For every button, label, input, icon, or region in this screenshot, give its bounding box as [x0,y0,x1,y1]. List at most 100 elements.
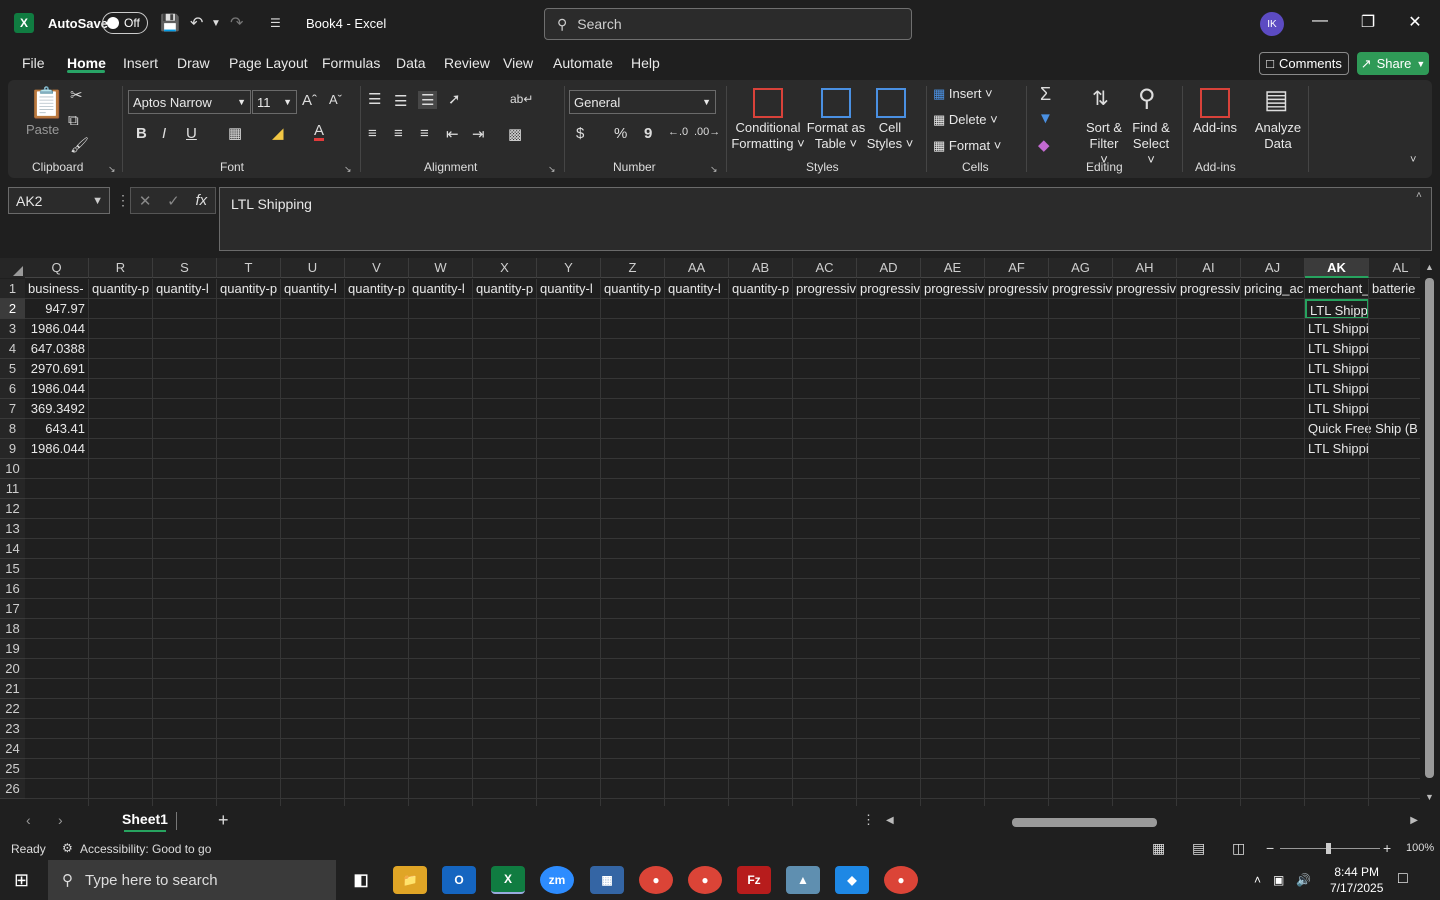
table-cell-q[interactable]: 1986.044 [25,379,89,399]
font-launcher-icon[interactable]: ↘ [344,164,352,175]
row-header-23[interactable]: 23 [0,719,25,739]
column-header-ai[interactable]: AI [1177,258,1241,278]
row-header-3[interactable]: 3 [0,319,25,339]
row-header-10[interactable]: 10 [0,459,25,479]
windows-start-icon[interactable]: ⊞ [14,870,29,891]
table-header-cell[interactable]: quantity-l [153,279,217,299]
table-header-cell[interactable]: merchant_ [1305,279,1369,299]
number-format-select[interactable]: General ▼ [569,90,716,114]
table-header-cell[interactable]: quantity-l [537,279,601,299]
row-header-11[interactable]: 11 [0,479,25,499]
avatar[interactable]: IK [1260,12,1284,36]
orientation-icon[interactable]: ➚ [448,90,461,108]
insert-function-icon[interactable]: fx [195,192,207,209]
taskbar-search-input[interactable]: ⚲ Type here to search [48,860,336,900]
autosum-icon[interactable]: Σ [1040,84,1051,105]
undo-icon[interactable]: ↶ [190,13,203,33]
format-as-table-button[interactable]: Format as Table ˅ [804,120,868,152]
insert-cells-button[interactable]: ▦ Insert ˅ [933,86,993,102]
task-view-icon[interactable]: ◧ [344,866,378,894]
table-header-cell[interactable]: quantity-p [601,279,665,299]
table-cell-q[interactable]: 1986.044 [25,319,89,339]
table-cell-ak[interactable]: LTL Shipping [1305,439,1369,459]
cell-styles-button[interactable]: Cell Styles ˅ [864,120,916,152]
column-header-af[interactable]: AF [985,258,1049,278]
column-header-ah[interactable]: AH [1113,258,1177,278]
sort-filter-icon[interactable]: ⇅ [1092,86,1109,111]
tab-review[interactable]: Review [444,55,490,71]
table-cell-ak[interactable]: LTL Shipping [1305,359,1369,379]
row-header-12[interactable]: 12 [0,499,25,519]
collapse-ribbon-icon[interactable]: ˅ [1410,154,1416,166]
outlook-icon[interactable]: O [442,866,476,894]
scroll-up-icon[interactable]: ▲ [1425,262,1434,272]
middle-align-icon[interactable]: ☰ [394,92,407,110]
column-header-aa[interactable]: AA [665,258,729,278]
table-header-cell[interactable]: quantity-p [217,279,281,299]
column-header-ag[interactable]: AG [1049,258,1113,278]
decrease-indent-icon[interactable]: ⇤ [446,125,459,143]
customize-quick-access-icon[interactable]: ☰ [270,16,281,30]
row-header-26[interactable]: 26 [0,779,25,799]
cut-icon[interactable]: ✂ [70,86,83,104]
column-header-w[interactable]: W [409,258,473,278]
excel-taskbar-icon[interactable]: X [491,866,525,894]
row-header-15[interactable]: 15 [0,559,25,579]
accessibility-status[interactable]: Accessibility: Good to go [80,842,211,856]
column-header-t[interactable]: T [217,258,281,278]
align-right-icon[interactable]: ≡ [420,125,429,142]
table-header-cell[interactable]: batterie [1369,279,1420,299]
tab-automate[interactable]: Automate [553,55,613,71]
row-header-17[interactable]: 17 [0,599,25,619]
table-cell-ak[interactable]: LTL Shipping [1305,379,1369,399]
top-align-icon[interactable]: ☰ [368,90,381,108]
table-header-cell[interactable]: progressiv [857,279,921,299]
font-family-select[interactable]: Aptos Narrow ▼ [128,90,251,114]
cancel-icon[interactable]: ✕ [139,192,152,210]
scroll-right-icon[interactable]: ▶ [1410,815,1418,826]
zoom-level[interactable]: 100% [1406,842,1434,854]
column-header-aj[interactable]: AJ [1241,258,1305,278]
comments-button[interactable]: □ Comments [1259,52,1349,75]
increase-decimal-icon[interactable]: ←.0 [668,126,688,138]
table-header-cell[interactable]: business- [25,279,89,299]
share-button[interactable]: ↗ Share ▼ [1357,52,1429,75]
undo-dropdown-icon[interactable]: ▼ [211,18,221,29]
table-cell-q[interactable]: 369.3492 [25,399,89,419]
enter-icon[interactable]: ✓ [167,192,180,210]
sheet-tab[interactable]: Sheet1 [116,806,174,834]
row-header-2[interactable]: 2 [0,299,25,319]
column-header-ak[interactable]: AK [1305,258,1369,278]
scroll-left-icon[interactable]: ◀ [886,815,894,826]
clock[interactable]: 8:44 PM 7/17/2025 [1330,864,1383,896]
save-icon[interactable]: 💾 [160,13,180,33]
font-size-select[interactable]: 11 ▼ [252,90,297,114]
column-header-al[interactable]: AL [1369,258,1420,278]
zoom-app-icon[interactable]: zm [540,866,574,894]
column-header-ae[interactable]: AE [921,258,985,278]
bottom-align-icon[interactable]: ☰ [418,91,438,109]
percent-button[interactable]: % [614,125,627,142]
tab-help[interactable]: Help [631,55,660,71]
file-explorer-icon[interactable]: 📁 [393,866,427,894]
row-header-1[interactable]: 1 [0,279,25,299]
row-header-18[interactable]: 18 [0,619,25,639]
conditional-formatting-icon[interactable] [753,88,783,118]
row-header-20[interactable]: 20 [0,659,25,679]
search-input[interactable]: ⚲ Search [544,8,912,40]
spreadsheet-grid[interactable]: Q R S T U V W X Y Z AA AB AC AD AE AF AG AH AI AJ AK AL 12345… [0,258,1420,806]
table-header-cell[interactable]: progressiv [985,279,1049,299]
zoom-out-icon[interactable]: − [1266,840,1274,856]
cell-styles-icon[interactable] [876,88,906,118]
increase-indent-icon[interactable]: ⇥ [472,125,485,143]
row-header-5[interactable]: 5 [0,359,25,379]
show-hidden-icons-icon[interactable]: ˄ [1254,873,1261,887]
column-header-y[interactable]: Y [537,258,601,278]
horizontal-scrollbar[interactable]: ◀ ▶ [884,814,1420,830]
tab-formulas[interactable]: Formulas [322,55,380,71]
select-all-button[interactable] [0,258,25,278]
column-header-ac[interactable]: AC [793,258,857,278]
scroll-down-icon[interactable]: ▼ [1425,792,1434,802]
table-cell-q[interactable]: 647.0388 [25,339,89,359]
row-header-13[interactable]: 13 [0,519,25,539]
